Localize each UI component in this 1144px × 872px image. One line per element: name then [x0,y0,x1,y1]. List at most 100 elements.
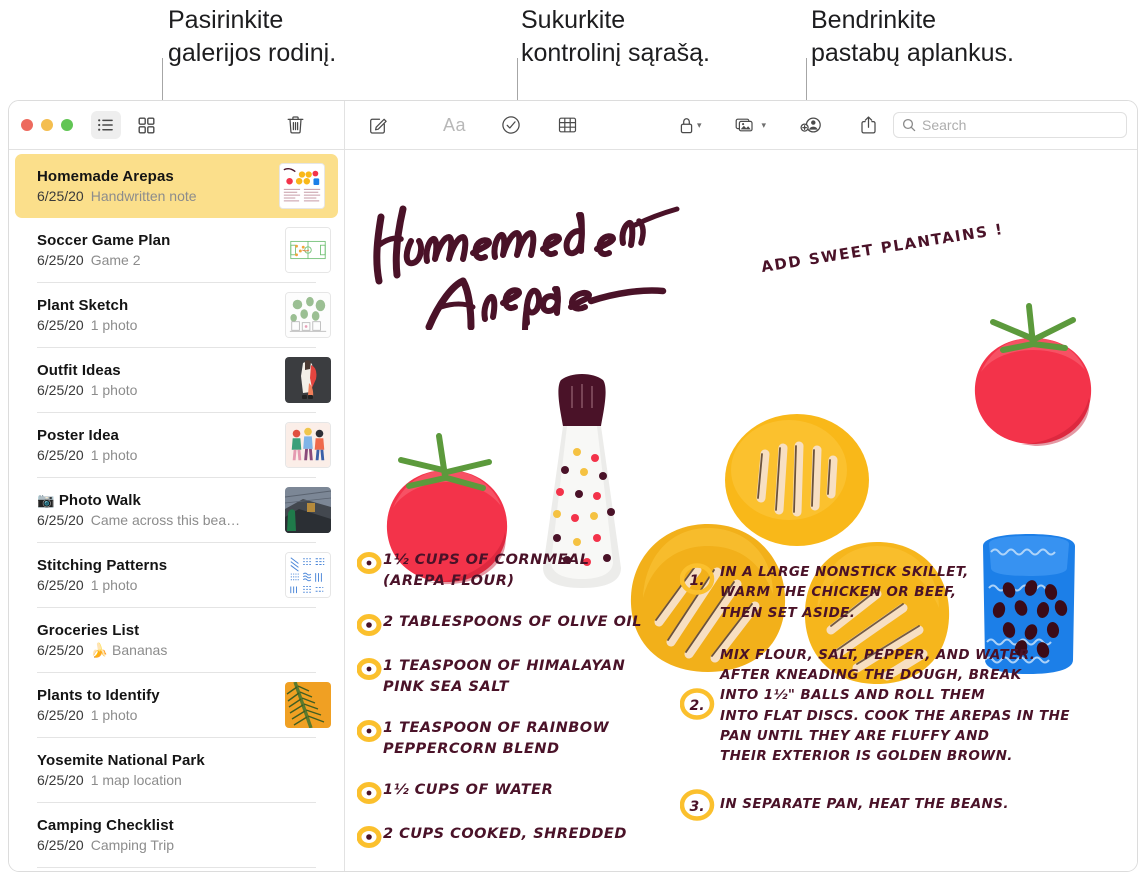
search-icon [902,118,916,132]
note-title: Camping Checklist [37,817,174,834]
note-date: 6/25/20 [37,382,84,398]
chevron-down-icon: ▾ [696,119,702,130]
note-list-item-plants-to-identify[interactable]: Plants to Identify 6/25/20 1 photo [9,673,344,737]
note-annotation: ADD SWEET PLANTAINS ! [759,219,1005,277]
checklist-bullet-icon[interactable] [356,614,383,637]
lock-note-button[interactable]: ▾ [675,111,706,139]
delete-note-button[interactable] [280,111,310,139]
note-list-item-poster-idea[interactable]: Poster Idea 6/25/20 1 photo [9,413,344,477]
note-list-item-soccer-game-plan[interactable]: Soccer Game Plan 6/25/20 Game 2 [9,218,344,282]
callout-share-text: Bendrinkite pastabų aplankus. [811,6,1014,67]
format-button[interactable]: Aa [439,111,470,139]
ingredient-item[interactable]: 1½ CUPS OF CORNMEAL (AREPA FLOUR) [356,550,687,592]
note-preview: 🍌 Bananas [91,642,168,658]
note-preview: Came across this bea… [90,512,241,528]
checklist-bullet-icon[interactable] [356,552,383,574]
ingredient-text: 1 TEASPOON OF HIMALAYAN PINK SEA SALT [383,658,626,696]
note-meta: 6/25/20 1 map location [37,772,331,788]
ingredient-item[interactable]: 1 TEASPOON OF HIMALAYAN PINK SEA SALT [356,656,687,698]
checklist-button[interactable] [496,111,526,139]
checklist-bullet-icon[interactable] [356,658,383,681]
instruction-step: 1. IN A LARGE NONSTICK SKILLET, WARM THE… [679,562,1110,623]
step-text: MIX FLOUR, SALT, PEPPER, AND WATER. AFTE… [720,646,1070,764]
compose-icon [369,118,387,134]
note-meta: 6/25/20 1 photo [37,447,275,463]
media-button[interactable]: ▾ [731,111,770,139]
note-meta: 6/25/20 Game 2 [37,252,275,268]
zoom-button[interactable] [61,119,73,131]
note-date: 6/25/20 [37,512,84,528]
grid-icon [138,117,155,134]
note-list-item-outfit-ideas[interactable]: Outfit Ideas 6/25/20 1 photo [9,348,344,412]
ingredient-item[interactable]: 2 CUPS COOKED, SHREDDED [356,824,687,849]
note-list-item-yosemite-national-park[interactable]: Yosemite National Park 6/25/20 1 map loca… [9,738,344,802]
format-label: Aa [443,114,467,135]
ingredient-item[interactable]: 1½ CUPS OF WATER [356,780,687,805]
note-list-item-homemade-arepas[interactable]: Homemade Arepas 6/25/20 Handwritten note [15,154,338,218]
note-list-item-camping-checklist[interactable]: Camping Checklist 6/25/20 Camping Trip [9,803,344,867]
note-meta: 6/25/20 Came across this bea… [37,512,275,528]
share-button[interactable] [853,111,883,139]
note-list-item-plant-sketch[interactable]: Plant Sketch 6/25/20 1 photo [9,283,344,347]
ingredients-list: 1½ CUPS OF CORNMEAL (AREPA FLOUR) 2 TABL… [356,550,687,868]
toolbar-right-section: Aa ▾ ▾ Search [345,101,1137,149]
checklist-bullet-icon[interactable] [356,826,383,849]
note-title: Plants to Identify [37,687,160,704]
note-thumbnail [285,422,331,468]
tomato-icon [974,303,1092,446]
banana-emoji-icon: 🍌 [90,641,109,658]
note-preview: Camping Trip [90,837,174,853]
checklist-bullet-icon[interactable] [356,782,383,805]
close-button[interactable] [21,119,33,131]
note-meta: 6/25/20 1 photo [37,577,275,593]
note-preview: Handwritten note [90,188,197,204]
note-list-item-stitching-patterns[interactable]: Stitching Patterns 6/25/20 1 photo [9,543,344,607]
note-date: 6/25/20 [37,317,84,333]
note-date: 6/25/20 [37,837,84,853]
note-thumbnail [285,357,331,403]
ingredient-item[interactable]: 1 TEASPOON OF RAINBOW PEPPERCORN BLEND [356,718,687,760]
note-title: Soccer Game Plan [37,232,171,249]
callout-checklist-text: Sukurkite kontrolinį sąrašą. [521,6,710,67]
gallery-view-button[interactable] [131,111,161,139]
new-note-button[interactable] [363,111,393,139]
table-button[interactable] [552,111,582,139]
ingredient-text: 2 CUPS COOKED, SHREDDED [383,826,627,843]
list-view-button[interactable] [91,111,121,139]
note-thumbnail [285,227,331,273]
add-person-icon [800,117,821,133]
note-thumbnail [285,552,331,598]
note-list-item-groceries-list[interactable]: Groceries List 6/25/20 🍌 Bananas [9,608,344,672]
illustration-tomato-top [953,298,1113,458]
step-number: 1. [689,573,704,589]
step-number-badge: 3. [679,788,720,821]
minimize-button[interactable] [41,119,53,131]
notes-list[interactable]: Homemade Arepas 6/25/20 Handwritten note [9,150,345,871]
checklist-bullet-icon[interactable] [356,720,383,743]
toolbar: Aa ▾ ▾ Search [9,101,1137,150]
note-title: Stitching Patterns [37,557,168,574]
ingredient-item[interactable]: 2 TABLESPOONS OF OLIVE OIL [356,612,687,637]
note-editor[interactable]: ADD SWEET PLANTAINS ! 1½ CUPS OF CORNMEA… [345,150,1137,871]
ingredient-text: 1½ CUPS OF CORNMEAL (AREPA FLOUR) [383,552,590,590]
note-title: Homemade Arepas [37,168,174,185]
note-preview: 1 photo [90,382,138,398]
note-date: 6/25/20 [37,577,84,593]
note-date: 6/25/20 [37,447,84,463]
add-people-button[interactable] [796,111,827,139]
note-date: 6/25/20 [37,188,84,204]
trash-icon [287,116,303,134]
note-thumbnail [279,163,325,209]
note-date: 6/25/20 [37,772,84,788]
toolbar-left-section [9,101,345,149]
note-thumbnail [285,487,331,533]
ingredient-text: 2 TABLESPOONS OF OLIVE OIL [383,614,643,631]
note-preview: 1 map location [90,772,182,788]
note-list-item-photo-walk[interactable]: 📷 Photo Walk 6/25/20 Came across this bea… [9,478,344,542]
search-field[interactable]: Search [893,112,1127,138]
note-preview-text: Bananas [112,641,168,658]
ingredient-text: 1 TEASPOON OF RAINBOW PEPPERCORN BLEND [383,720,610,758]
share-icon [860,116,876,134]
note-preview: 1 photo [90,707,138,723]
note-meta: 6/25/20 Camping Trip [37,837,331,853]
